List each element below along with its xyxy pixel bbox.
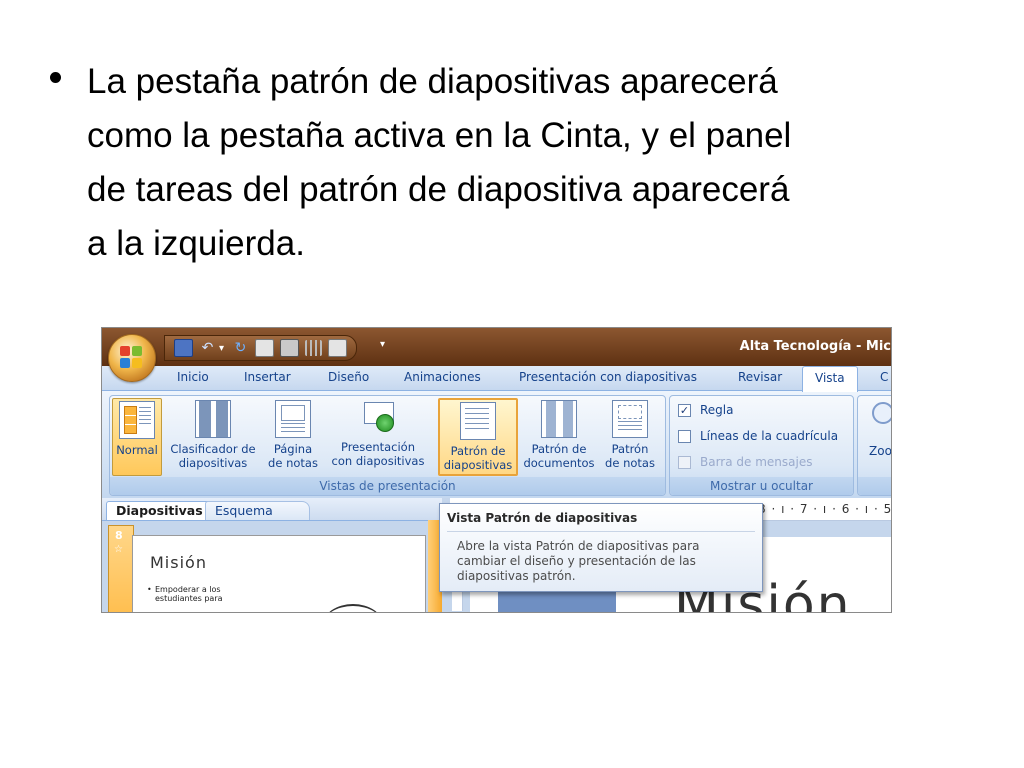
button-label: de notas [605,456,655,470]
slide-show-button[interactable]: Presentación con diapositivas [324,398,432,476]
group-zoom: Zoo [857,395,891,496]
notes-page-button[interactable]: Página de notas [263,398,323,476]
slide-sorter-icon [195,400,231,438]
tab-c[interactable]: C [880,370,888,384]
thumbnail-bullet-line: Empoderar a los [155,585,221,594]
office-logo-icon [120,346,144,370]
button-label: Página [273,442,313,456]
animation-star-icon: ☆ [114,544,123,555]
slide-show-icon [361,400,395,436]
group-label: Vistas de presentación [110,477,665,495]
slide-number: 8 [115,529,123,542]
slides-pane-tabs: Diapositivas Esquema [102,498,442,521]
slide-thumbnail[interactable]: Misión Empoderar a los estudiantes para [132,535,426,612]
handout-master-button[interactable]: Patrón de documentos [520,398,598,476]
button-label: Clasificador de [170,442,256,456]
slide-master-tooltip: Vista Patrón de diapositivas Abre la vis… [439,503,763,592]
redo-icon[interactable]: ↻ [232,340,249,356]
normal-view-button[interactable]: Normal [112,398,162,476]
group-label: Mostrar u ocultar [670,477,853,495]
tab-vista[interactable]: Vista [802,366,858,392]
thumbnail-bullet-line: estudiantes para [155,594,223,603]
checkmark-icon: ✓ [678,403,691,417]
group-show-hide: ✓ Regla Líneas de la cuadrícula Barra de… [669,395,854,496]
powerpoint-screenshot: ↶ ▾ ↻ ▾ Alta Tecnología - Mic Inicio Ins… [101,327,892,613]
ruler-checkbox[interactable]: ✓ Regla [678,401,734,419]
bullet-text: La pestaña patrón de diapositivas aparec… [87,55,947,271]
tooltip-divider [447,531,755,532]
tab-diapositivas[interactable]: Diapositivas [106,501,213,520]
undo-icon[interactable]: ↶ [199,340,216,356]
handout-master-icon [541,400,577,438]
title-bar: ↶ ▾ ↻ ▾ Alta Tecnología - Mic [102,328,891,366]
tooltip-line: diapositivas patrón. [457,569,576,583]
tooltip-title: Vista Patrón de diapositivas [447,511,638,525]
zoom-button-label[interactable]: Zoo [869,444,891,458]
bullet-line: como la pestaña activa en la Cinta, y el… [87,116,792,155]
normal-view-icon [119,401,155,439]
office-button[interactable] [108,334,156,382]
thumbnail-title: Misión [150,553,207,572]
grid-icon[interactable] [305,340,322,356]
gridlines-checkbox[interactable]: Líneas de la cuadrícula [678,427,838,445]
save-icon[interactable] [174,339,193,357]
notes-page-icon [275,400,311,438]
tab-esquema[interactable]: Esquema [205,501,310,520]
tab-diseno[interactable]: Diseño [328,370,369,384]
tab-animaciones[interactable]: Animaciones [404,370,481,384]
thumbnail-bullet: Empoderar a los estudiantes para [147,585,223,603]
slide-master-icon [460,402,496,440]
notes-master-icon [612,400,648,438]
zoom-icon[interactable] [872,402,891,424]
tab-inicio[interactable]: Inicio [177,370,209,384]
thumbnail-graphic [323,604,383,612]
notes-master-button[interactable]: Patrón de notas [599,398,661,476]
button-label: Normal [116,443,158,457]
checkbox-label: Barra de mensajes [700,455,813,469]
thumbnail-marker: 8 ☆ [108,525,134,612]
undo-dropdown-icon[interactable]: ▾ [219,343,229,354]
button-label: diapositivas [178,456,248,470]
ribbon-tabs: Inicio Insertar Diseño Animaciones Prese… [102,366,891,392]
button-label: Patrón [611,442,649,456]
bullet-line: a la izquierda. [87,224,305,263]
button-label: Patrón de [531,442,587,456]
button-label: de notas [268,456,318,470]
checkbox-label: Regla [700,403,734,417]
slide-sorter-button[interactable]: Clasificador de diapositivas [164,398,262,476]
slide-master-button[interactable]: Patrón de diapositivas [438,398,518,476]
group-presentation-views: Normal Clasificador de diapositivas Pági… [109,395,666,496]
checkbox-box [678,455,691,469]
tab-presentacion[interactable]: Presentación con diapositivas [519,370,697,384]
tooltip-line: Abre la vista Patrón de diapositivas par… [457,539,700,553]
button-label: diapositivas [443,458,513,472]
bullet-dot [50,72,61,83]
bullet-line: La pestaña patrón de diapositivas aparec… [87,62,778,101]
checkbox-label: Líneas de la cuadrícula [700,429,839,443]
message-bar-checkbox: Barra de mensajes [678,453,812,471]
ribbon: Normal Clasificador de diapositivas Pági… [102,390,891,499]
window-title: Alta Tecnología - Mic [739,339,891,354]
button-label: documentos [523,456,595,470]
ruler-marks: 8 · ı · 7 · ı · 6 · ı · 5 · [758,502,892,516]
checkbox-box [678,429,691,443]
button-label: Patrón de [450,444,506,458]
print-icon[interactable] [280,339,299,357]
attach-icon[interactable] [255,339,274,357]
button-label: Presentación [340,440,416,454]
tab-insertar[interactable]: Insertar [244,370,291,384]
tab-revisar[interactable]: Revisar [738,370,782,384]
button-label: con diapositivas [331,454,425,468]
quick-access-toolbar: ↶ ▾ ↻ [164,335,357,361]
copy-icon[interactable] [328,339,347,357]
customize-toolbar-icon[interactable]: ▾ [380,339,385,350]
tooltip-line: cambiar el diseño y presentación de las [457,554,696,568]
tooltip-body: Abre la vista Patrón de diapositivas par… [457,539,757,584]
group-label [858,477,891,495]
bullet-line: de tareas del patrón de diapositiva apar… [87,170,790,209]
